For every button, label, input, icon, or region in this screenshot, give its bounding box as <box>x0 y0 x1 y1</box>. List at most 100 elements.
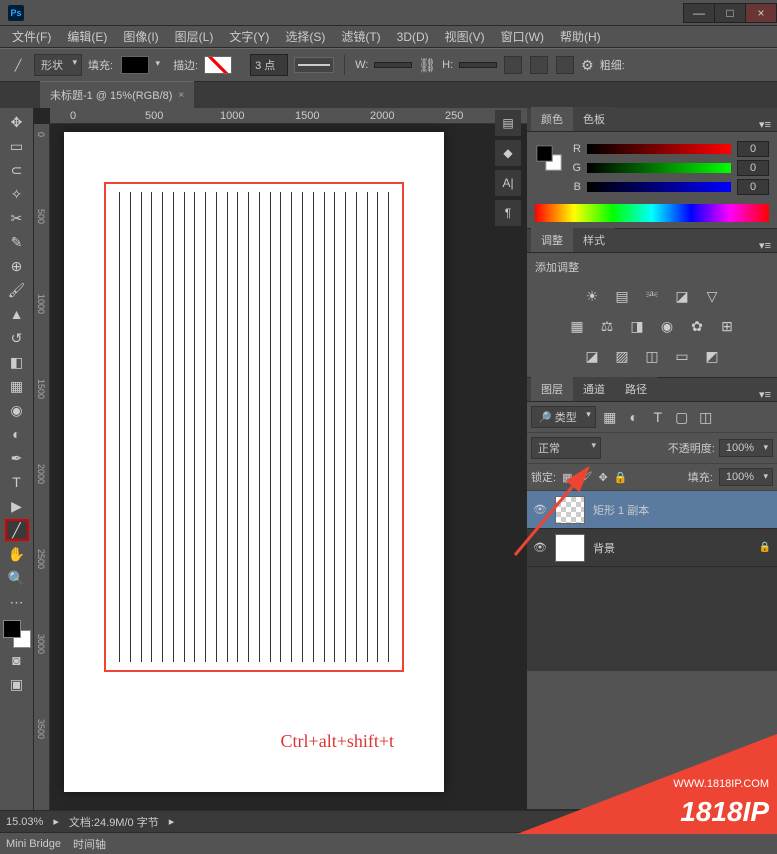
menu-view[interactable]: 视图(V) <box>439 26 491 47</box>
stroke-swatch[interactable] <box>204 56 232 74</box>
line-tool[interactable]: ╱ <box>5 519 29 541</box>
panel-menu-icon[interactable]: ▾≡ <box>759 388 771 401</box>
tab-channels[interactable]: 通道 <box>573 377 615 401</box>
menu-edit[interactable]: 编辑(E) <box>61 26 113 47</box>
menu-image[interactable]: 图像(I) <box>117 26 164 47</box>
bw-icon[interactable]: ◨ <box>627 317 647 335</box>
g-value[interactable]: 0 <box>737 160 769 176</box>
quick-mask[interactable]: ◙ <box>5 649 29 671</box>
tab-swatches[interactable]: 色板 <box>573 107 615 131</box>
height-input[interactable] <box>459 62 497 68</box>
zoom-tool[interactable]: 🔍 <box>5 567 29 589</box>
align-button[interactable] <box>530 56 548 74</box>
b-slider[interactable] <box>587 182 731 192</box>
fill-input[interactable]: 100% <box>719 468 773 486</box>
layer-name[interactable]: 矩形 1 副本 <box>593 502 649 518</box>
menu-file[interactable]: 文件(F) <box>6 26 57 47</box>
filter-adjust-icon[interactable]: ◐ <box>624 408 644 426</box>
filter-pixel-icon[interactable]: ▦ <box>600 408 620 426</box>
color-picker[interactable] <box>3 620 31 648</box>
maximize-button[interactable]: □ <box>714 3 746 23</box>
invert-icon[interactable]: ◪ <box>582 347 602 365</box>
lock-trans-icon[interactable]: ▦ <box>562 471 572 484</box>
edit-toolbar[interactable]: ⋯ <box>5 591 29 613</box>
menu-3d[interactable]: 3D(D) <box>391 28 435 46</box>
dodge-tool[interactable]: ◐ <box>5 423 29 445</box>
lock-paint-icon[interactable]: 🖌 <box>578 471 592 484</box>
layer-row[interactable]: 👁 背景 🔒 <box>527 529 777 567</box>
stroke-width-input[interactable]: 3 点 <box>250 54 288 76</box>
tab-color[interactable]: 颜色 <box>531 107 573 131</box>
move-tool[interactable]: ✥ <box>5 111 29 133</box>
photo-filter-icon[interactable]: ◉ <box>657 317 677 335</box>
r-slider[interactable] <box>587 144 731 154</box>
arrange-button[interactable] <box>556 56 574 74</box>
levels-icon[interactable]: ▤ <box>612 287 632 305</box>
brush-tool[interactable]: 🖌 <box>5 279 29 301</box>
panel-menu-icon[interactable]: ▾≡ <box>759 239 771 252</box>
magic-wand-tool[interactable]: ✧ <box>5 183 29 205</box>
blend-mode-dropdown[interactable]: 正常 <box>531 437 601 459</box>
blur-tool[interactable]: ◉ <box>5 399 29 421</box>
menu-layer[interactable]: 图层(L) <box>169 26 220 47</box>
curves-icon[interactable]: ⎃ <box>642 287 662 305</box>
balance-icon[interactable]: ⚖ <box>597 317 617 335</box>
layer-thumbnail[interactable] <box>555 496 585 524</box>
canvas[interactable]: Ctrl+alt+shift+t <box>64 132 444 792</box>
tab-mini-bridge[interactable]: Mini Bridge <box>6 838 61 850</box>
path-select-tool[interactable]: ▶ <box>5 495 29 517</box>
lut-icon[interactable]: ⊞ <box>717 317 737 335</box>
hsl-icon[interactable]: ▦ <box>567 317 587 335</box>
close-button[interactable]: × <box>745 3 777 23</box>
lasso-tool[interactable]: ⊂ <box>5 159 29 181</box>
menu-select[interactable]: 选择(S) <box>279 26 331 47</box>
layer-row[interactable]: 👁 矩形 1 副本 <box>527 491 777 529</box>
stamp-tool[interactable]: ▲ <box>5 303 29 325</box>
spectrum-bar[interactable] <box>535 204 769 222</box>
gear-icon[interactable]: ⚙ <box>581 57 594 74</box>
arrow-icon[interactable]: ▸ <box>53 815 59 828</box>
width-input[interactable] <box>374 62 412 68</box>
menu-window[interactable]: 窗口(W) <box>495 26 550 47</box>
selective-icon[interactable]: ◩ <box>702 347 722 365</box>
visibility-icon[interactable]: 👁 <box>533 503 547 516</box>
eyedropper-tool[interactable]: ✎ <box>5 231 29 253</box>
healing-tool[interactable]: ⊕ <box>5 255 29 277</box>
gradient-map-icon[interactable]: ▭ <box>672 347 692 365</box>
mixer-icon[interactable]: ✿ <box>687 317 707 335</box>
lock-all-icon[interactable]: 🔒 <box>614 471 628 484</box>
shape-mode-dropdown[interactable]: 形状 <box>34 54 82 76</box>
layer-thumbnail[interactable] <box>555 534 585 562</box>
stroke-style-dropdown[interactable] <box>294 57 334 73</box>
type-tool[interactable]: T <box>5 471 29 493</box>
menu-type[interactable]: 文字(Y) <box>223 26 275 47</box>
crop-tool[interactable]: ✂ <box>5 207 29 229</box>
filter-kind-dropdown[interactable]: 🔎 类型 <box>531 406 596 428</box>
zoom-value[interactable]: 15.03% <box>6 816 43 828</box>
gradient-tool[interactable]: ▦ <box>5 375 29 397</box>
properties-icon[interactable]: ◆ <box>495 140 521 166</box>
g-slider[interactable] <box>587 163 731 173</box>
fill-swatch[interactable] <box>121 56 149 74</box>
arrow-icon[interactable]: ▸ <box>169 815 175 828</box>
menu-help[interactable]: 帮助(H) <box>554 26 607 47</box>
screen-mode[interactable]: ▣ <box>5 673 29 695</box>
marquee-tool[interactable]: ▭ <box>5 135 29 157</box>
posterize-icon[interactable]: ▨ <box>612 347 632 365</box>
threshold-icon[interactable]: ◫ <box>642 347 662 365</box>
tab-layers[interactable]: 图层 <box>531 377 573 401</box>
vibrance-icon[interactable]: ▽ <box>702 287 722 305</box>
history-icon[interactable]: ▤ <box>495 110 521 136</box>
menu-filter[interactable]: 滤镜(T) <box>335 26 386 47</box>
r-value[interactable]: 0 <box>737 141 769 157</box>
filter-type-icon[interactable]: T <box>648 408 668 426</box>
hand-tool[interactable]: ✋ <box>5 543 29 565</box>
paragraph-icon[interactable]: ¶ <box>495 200 521 226</box>
exposure-icon[interactable]: ◪ <box>672 287 692 305</box>
color-preview[interactable] <box>536 145 561 170</box>
tab-timeline[interactable]: 时间轴 <box>73 836 106 852</box>
link-icon[interactable]: ⛓ <box>418 57 436 74</box>
history-brush-tool[interactable]: ↺ <box>5 327 29 349</box>
filter-smart-icon[interactable]: ◫ <box>696 408 716 426</box>
filter-shape-icon[interactable]: ▢ <box>672 408 692 426</box>
